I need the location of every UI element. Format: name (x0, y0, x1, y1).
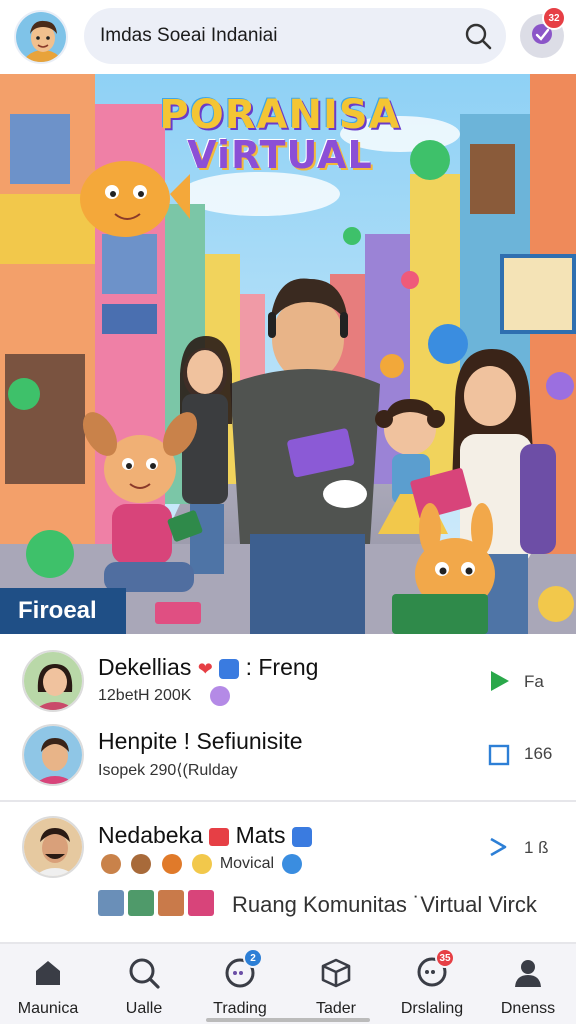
play-icon (491, 671, 509, 691)
nav-badge: 2 (243, 948, 263, 968)
avatar[interactable] (22, 724, 84, 786)
nav-item-search[interactable]: Ualle (96, 944, 192, 1024)
food-icon (161, 854, 182, 874)
nav-item-trader[interactable]: Tader (288, 944, 384, 1024)
badge-icon (291, 826, 312, 847)
sparkle-icon (209, 686, 230, 706)
item-name: Dekellias (98, 654, 192, 680)
item-title-suffix: ! Sefiunisite (183, 728, 303, 754)
hero-banner[interactable]: PORANISA ViRTUAL Firoeal (0, 74, 576, 634)
item-meta: Movical (98, 854, 305, 874)
mail-icon (209, 827, 230, 846)
chat-bubble-icon: 2 (221, 948, 263, 992)
list-item[interactable]: Dekellias ❤ : Freng 12betH 200K Fa (0, 634, 576, 714)
notifications-button[interactable]: 32 (520, 6, 566, 58)
search-icon[interactable] (456, 14, 500, 58)
nav-item-trading[interactable]: 2 Trading (192, 944, 288, 1024)
item-title-suffix: Mats (235, 822, 286, 848)
person-icon (509, 954, 547, 992)
nav-label: Maunica (17, 1000, 79, 1017)
nav-label: Dnenss (500, 1000, 556, 1017)
community-label[interactable]: Ruang Komunitas ˙Virtual Virck (232, 892, 537, 918)
nav-label: Ualle (125, 1000, 163, 1017)
list-item[interactable]: Nedabeka Mats Movical 1 ß Ruang Komunita… (0, 806, 576, 938)
select-button[interactable] (486, 742, 512, 768)
search-icon (125, 954, 163, 992)
nav-label: Trading (213, 1000, 267, 1017)
item-meta: Isopek 290⟨(Rulday (98, 762, 238, 779)
divider (0, 800, 576, 802)
item-meta-text: Movical (219, 855, 275, 873)
item-meta-text: 12betH 200K (98, 687, 192, 705)
play-button[interactable] (486, 668, 512, 694)
heart-icon: ❤ (197, 659, 213, 679)
profile-avatar[interactable] (14, 10, 68, 64)
item-meta: 12betH 200K (98, 686, 233, 706)
avatar[interactable] (22, 650, 84, 712)
banner-title: PORANISA ViRTUAL (150, 94, 410, 176)
banner-title-line1: PORANISA (159, 92, 401, 138)
home-icon (29, 954, 67, 992)
member-thumbnails (98, 890, 214, 916)
thumbnail[interactable] (188, 890, 214, 916)
list-item[interactable]: Henpite ! Sefiunisite Isopek 290⟨(Rulday… (0, 720, 576, 800)
box-icon (317, 954, 355, 992)
item-name: Nedabeka (98, 822, 203, 848)
smile-icon (192, 854, 213, 874)
thumbnail[interactable] (128, 890, 154, 916)
thumbnail[interactable] (158, 890, 184, 916)
nav-item-home[interactable]: Maunica (0, 944, 96, 1024)
nav-label: Tader (315, 1000, 357, 1017)
item-title: Nedabeka Mats (98, 822, 312, 849)
top-bar: Imdas Soeai Indaniai 32 (0, 0, 576, 74)
item-value: 1 ß (524, 838, 549, 857)
item-value: 166 (524, 744, 553, 763)
bottom-navigation: Maunica Ualle 2 Trading Tader 35 Drslali… (0, 942, 576, 1024)
nav-label: Drslaling (400, 1000, 464, 1017)
deer-icon (131, 854, 152, 874)
square-icon (488, 744, 510, 766)
deer-icon (101, 854, 121, 874)
nav-item-profile[interactable]: Dnenss (480, 944, 576, 1024)
nav-item-messages[interactable]: 35 Drslaling (384, 944, 480, 1024)
item-title: Henpite ! Sefiunisite (98, 728, 303, 755)
chat-bubble-icon: 35 (413, 948, 455, 992)
notification-badge: 32 (542, 6, 566, 30)
home-indicator (206, 1018, 370, 1022)
tag-icon (281, 854, 302, 874)
item-title: Dekellias ❤ : Freng (98, 654, 318, 681)
thumbnail[interactable] (98, 890, 124, 916)
avatar[interactable] (22, 816, 84, 878)
badge-icon (219, 658, 240, 679)
banner-title-line2: ViRTUAL (187, 133, 373, 177)
share-icon (490, 837, 507, 857)
share-button[interactable] (486, 834, 512, 860)
search-input[interactable]: Imdas Soeai Indaniai (100, 25, 456, 47)
nav-badge: 35 (435, 948, 455, 968)
banner-category-label[interactable]: Firoeal (0, 588, 126, 634)
item-name: Henpite (98, 728, 178, 754)
item-title-suffix: : Freng (245, 654, 319, 680)
search-bar[interactable]: Imdas Soeai Indaniai (84, 8, 506, 64)
item-value: Fa (524, 672, 544, 691)
